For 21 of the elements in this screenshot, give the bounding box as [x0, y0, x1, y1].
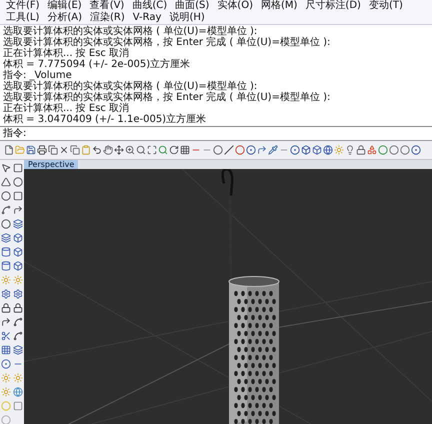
- history-line: 体积 = 7.775094 (+/- 2e-005)立方厘米: [3, 59, 192, 70]
- viewport-tab[interactable]: Perspective: [24, 160, 78, 169]
- history-line: 正在计算体积... 按 Esc 取消: [3, 48, 130, 59]
- history-line: 选取要计算体积的实体或实体网格，按 Enter 完成 ( 单位(U)=模型单位 ):: [3, 92, 332, 103]
- menu-item[interactable]: 分析(A): [43, 12, 86, 24]
- history-line: 选取要计算体积的实体或实体网格 ( 单位(U)=模型单位 ):: [3, 81, 258, 92]
- menu-item[interactable]: 查看(V): [86, 0, 128, 12]
- menu-item[interactable]: V-Ray: [128, 12, 166, 24]
- menu-item[interactable]: 网格(M): [256, 0, 302, 12]
- command-prompt[interactable]: 指令:: [0, 127, 432, 141]
- menu-item[interactable]: 曲线(C): [128, 0, 172, 12]
- history-line: 体积 = 3.0470409 (+/- 1.1e-005)立方厘米: [3, 114, 208, 125]
- history-line: 选取要计算体积的实体或实体网格 ( 单位(U)=模型单位 ):: [3, 26, 258, 37]
- menu-item[interactable]: 编辑(E): [44, 0, 86, 12]
- menu-item[interactable]: 工具(L): [2, 12, 44, 24]
- menu-item[interactable]: 渲染(R): [86, 12, 129, 24]
- history-line: 正在计算体积... 按 Esc 取消: [3, 103, 130, 114]
- menu-item[interactable]: 说明(H): [165, 12, 209, 24]
- history-line: 选取要计算体积的实体或实体网格，按 Enter 完成 ( 单位(U)=模型单位 ):: [3, 37, 332, 48]
- history-line: 指令: _Volume: [3, 70, 73, 81]
- menu-item[interactable]: 曲面(S): [171, 0, 214, 12]
